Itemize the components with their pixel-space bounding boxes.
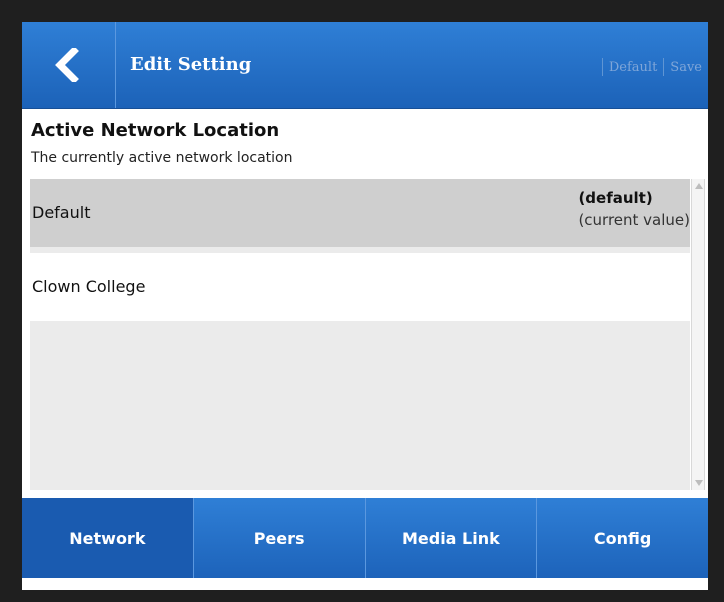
options-list: Default (default) (current value) Clown … — [30, 179, 690, 490]
divider — [601, 58, 603, 76]
app-screen: Edit Setting Default Save Active Network… — [22, 22, 708, 590]
header-bar: Edit Setting Default Save — [22, 22, 708, 109]
setting-title: Active Network Location — [31, 120, 280, 141]
list-item-label: Clown College — [32, 277, 146, 296]
list-item-default[interactable]: Default (default) (current value) — [30, 179, 690, 247]
default-button[interactable]: Default — [609, 60, 657, 75]
list-item-label: Default — [32, 203, 91, 222]
current-value-tag: (current value) — [578, 211, 690, 229]
save-button[interactable]: Save — [670, 60, 702, 75]
tab-network[interactable]: Network — [22, 498, 194, 578]
setting-description: The currently active network location — [31, 150, 293, 166]
list-scrollbar[interactable] — [691, 179, 705, 490]
scroll-down-icon[interactable] — [695, 480, 703, 486]
back-arrow-icon — [55, 48, 79, 82]
tab-peers[interactable]: Peers — [193, 498, 366, 578]
divider — [663, 58, 665, 76]
list-item-clown-college[interactable]: Clown College — [30, 253, 690, 321]
back-button[interactable] — [22, 22, 116, 108]
bottom-tab-bar: Network Peers Media Link Config — [22, 498, 708, 578]
page-title: Edit Setting — [130, 54, 252, 75]
tab-config[interactable]: Config — [537, 498, 708, 578]
tab-media-link[interactable]: Media Link — [365, 498, 538, 578]
list-item-tags: (default) (current value) — [578, 189, 690, 229]
bottom-strip — [22, 578, 708, 590]
default-tag: (default) — [578, 189, 653, 207]
scroll-up-icon[interactable] — [695, 183, 703, 189]
header-actions: Default Save — [596, 58, 702, 76]
